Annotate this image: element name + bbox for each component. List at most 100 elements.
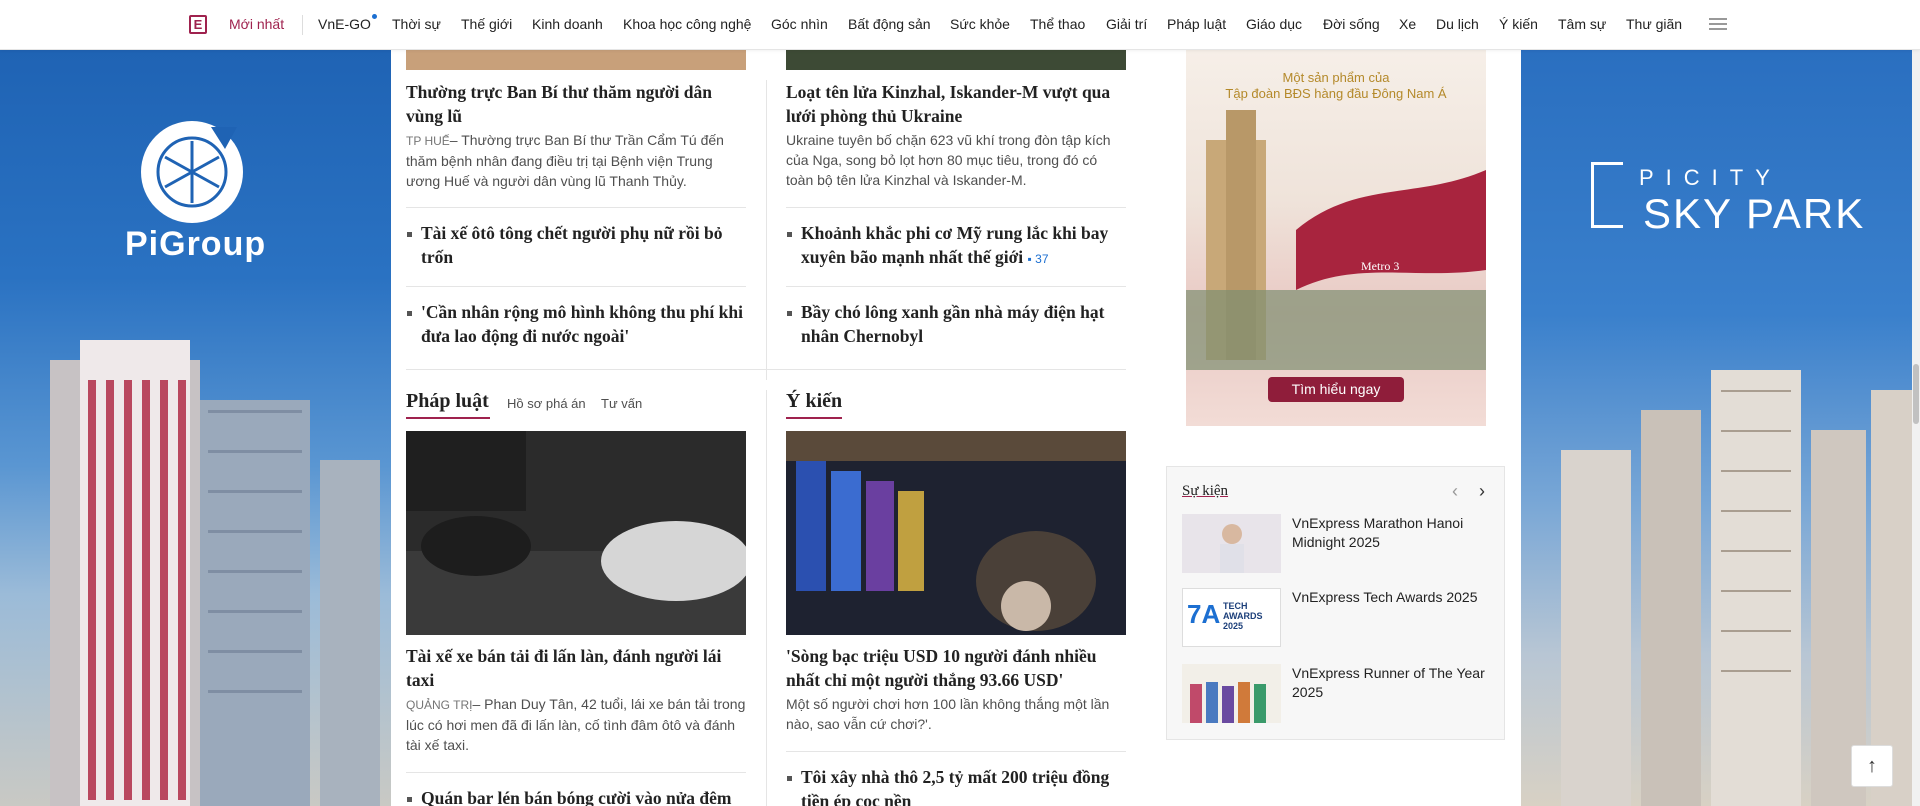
section-title-phap-luat[interactable]: Pháp luật (406, 390, 489, 413)
inner-banner-ad[interactable]: Một sản phẩm của Tập đoàn BĐS hàng đầu Đ… (1186, 50, 1486, 426)
back-to-top-button[interactable]: ↑ (1851, 745, 1893, 787)
location-label: QUẢNG TRỊ (406, 698, 473, 712)
bullet-icon (787, 776, 792, 781)
picity-logo-icon (1591, 162, 1623, 228)
divider (406, 207, 746, 208)
event-link[interactable]: VnExpress Marathon Hanoi Midnight 2025 (1292, 514, 1487, 552)
event-link[interactable]: VnExpress Runner of The Year 2025 (1292, 664, 1487, 702)
right-side-ad[interactable]: PICITY SKY PARK (1521, 50, 1920, 806)
hamburger-menu-icon[interactable] (1709, 18, 1727, 31)
nav-tam-su[interactable]: Tâm sự (1558, 16, 1606, 32)
sub-link-ho-so-pha-an[interactable]: Hồ sơ phá án (507, 396, 586, 411)
event-link[interactable]: VnExpress Tech Awards 2025 (1292, 588, 1487, 607)
ad-building-illustration: Metro 3 (1186, 110, 1486, 370)
sub-link-tu-van[interactable]: Tư vấn (601, 396, 642, 411)
divider (786, 751, 1126, 752)
bullet-icon (787, 311, 792, 316)
tech-awards-logo-icon: 7A (1187, 599, 1221, 629)
bullet-icon (407, 311, 412, 316)
nav-giai-tri[interactable]: Giải trí (1106, 16, 1147, 32)
article-image-casino[interactable] (786, 431, 1126, 635)
ad-tower-label: Metro 3 (1361, 259, 1399, 273)
section-title-y-kien[interactable]: Ý kiến (786, 390, 842, 413)
scrollbar-track[interactable] (1912, 50, 1920, 806)
column-divider (766, 80, 767, 380)
chevron-left-icon[interactable]: ‹ (1452, 481, 1458, 502)
bullet-icon (787, 232, 792, 237)
bullet-icon (407, 232, 412, 237)
nav-suc-khoe[interactable]: Sức khỏe (950, 16, 1010, 32)
article-lead: Ukraine tuyên bố chặn 623 vũ khí trong đ… (786, 132, 1111, 188)
nav-bat-dong-san[interactable]: Bất động sản (848, 16, 931, 32)
nav-doi-song[interactable]: Đời sống (1323, 16, 1380, 32)
section-underline (786, 417, 842, 419)
related-article-link[interactable]: 'Cần nhân rộng mô hình không thu phí khi… (421, 300, 751, 348)
location-label: TP HUẾ (406, 134, 450, 148)
nav-du-lich[interactable]: Du lịch (1436, 16, 1479, 32)
events-title[interactable]: Sự kiện (1182, 483, 1228, 500)
events-box: Sự kiện ‹ › VnExpress Marathon Hanoi Mid… (1166, 466, 1505, 740)
bullet-icon (407, 797, 412, 802)
divider (406, 772, 746, 773)
skyline-illustration (1561, 370, 1920, 806)
article-headline[interactable]: Loạt tên lửa Kinzhal, Iskander-M vượt qu… (786, 80, 1131, 128)
left-side-ad[interactable]: PiGroup (0, 50, 391, 806)
ad-tagline-2: Tập đoàn BĐS hàng đầu Đông Nam Á (1225, 86, 1447, 101)
picity-brand-text: PICITY (1639, 165, 1782, 190)
nav-thu-gian[interactable]: Thư giãn (1626, 16, 1682, 32)
nav-separator (302, 15, 303, 35)
nav-the-thao[interactable]: Thể thao (1030, 16, 1085, 32)
article-lead: Một số người chơi hơn 100 lần không thắn… (786, 696, 1110, 732)
event-thumbnail[interactable] (1182, 514, 1281, 573)
main-content: Thường trực Ban Bí thư thăm người dân vù… (391, 50, 1521, 806)
comment-count[interactable]: ▪ 37 (1028, 252, 1049, 266)
building-illustration (50, 340, 380, 806)
section-divider (406, 369, 1126, 370)
nav-khoa-hoc-cong-nghe[interactable]: Khoa học công nghệ (623, 16, 751, 32)
column-divider (766, 390, 767, 806)
article-headline[interactable]: Tài xế xe bán tải đi lấn làn, đánh người… (406, 644, 751, 692)
nav-thoi-su[interactable]: Thời sự (392, 16, 441, 32)
divider (406, 286, 746, 287)
scrollbar-thumb[interactable] (1913, 364, 1919, 424)
chevron-right-icon[interactable]: › (1479, 481, 1485, 502)
pigroup-brand-text: PiGroup (125, 225, 267, 263)
top-navigation: E Mới nhất VnE-GO Thời sự Thế giới Kinh … (0, 0, 1920, 50)
article-headline[interactable]: 'Sòng bạc triệu USD 10 người đánh nhiều … (786, 644, 1131, 692)
nav-the-gioi[interactable]: Thế giới (461, 16, 512, 32)
related-article-link[interactable]: Tôi xây nhà thô 2,5 tỷ mất 200 triệu đồn… (801, 765, 1131, 806)
article-headline[interactable]: Thường trực Ban Bí thư thăm người dân vù… (406, 80, 751, 128)
section-underline (406, 417, 490, 419)
arrow-up-icon: ↑ (1867, 755, 1877, 777)
pigroup-logo-icon (141, 121, 243, 223)
related-article-link[interactable]: Quán bar lén bán bóng cười vào nửa đêm (421, 786, 751, 806)
nav-kinh-doanh[interactable]: Kinh doanh (532, 16, 603, 32)
divider (786, 286, 1126, 287)
nav-y-kien[interactable]: Ý kiến (1499, 16, 1538, 32)
article-lead: QUẢNG TRỊ– Phan Duy Tân, 42 tuổi, lái xe… (406, 694, 746, 755)
event-thumbnail[interactable]: 7A TECH AWARDS 2025 (1182, 588, 1281, 647)
nav-goc-nhin[interactable]: Góc nhìn (771, 16, 828, 32)
ad-cta-button[interactable]: Tìm hiểu ngay (1268, 377, 1404, 402)
related-article-link[interactable]: Bầy chó lông xanh gần nhà máy điện hạt n… (801, 300, 1131, 348)
vnexpress-logo-icon[interactable]: E (189, 15, 207, 34)
divider (786, 207, 1126, 208)
ad-tagline-1: Một sản phẩm của (1282, 70, 1390, 85)
nav-xe[interactable]: Xe (1399, 16, 1416, 32)
article-thumbnail[interactable] (406, 50, 746, 70)
article-thumbnail[interactable] (786, 50, 1126, 70)
skypark-brand-text: SKY PARK (1643, 190, 1866, 237)
nav-phap-luat[interactable]: Pháp luật (1167, 16, 1226, 32)
comment-icon: ▪ (1027, 252, 1032, 266)
nav-vne-go[interactable]: VnE-GO (318, 16, 371, 32)
tech-awards-thumb-text: TECH AWARDS 2025 (1223, 601, 1263, 631)
nav-moi-nhat[interactable]: Mới nhất (229, 16, 284, 32)
nav-giao-duc[interactable]: Giáo dục (1246, 16, 1302, 32)
lead-text: – Thường trực Ban Bí thư Trần Cẩm Tú đến… (406, 132, 724, 189)
related-article-link[interactable]: Khoảnh khắc phi cơ Mỹ rung lắc khi bay x… (801, 221, 1131, 271)
article-lead: TP HUẾ– Thường trực Ban Bí thư Trần Cẩm … (406, 130, 746, 191)
event-thumbnail[interactable] (1182, 664, 1281, 723)
new-dot-indicator (372, 14, 377, 19)
related-article-link[interactable]: Tài xế ôtô tông chết người phụ nữ rồi bỏ… (421, 221, 751, 269)
article-image-night-street[interactable] (406, 431, 746, 635)
